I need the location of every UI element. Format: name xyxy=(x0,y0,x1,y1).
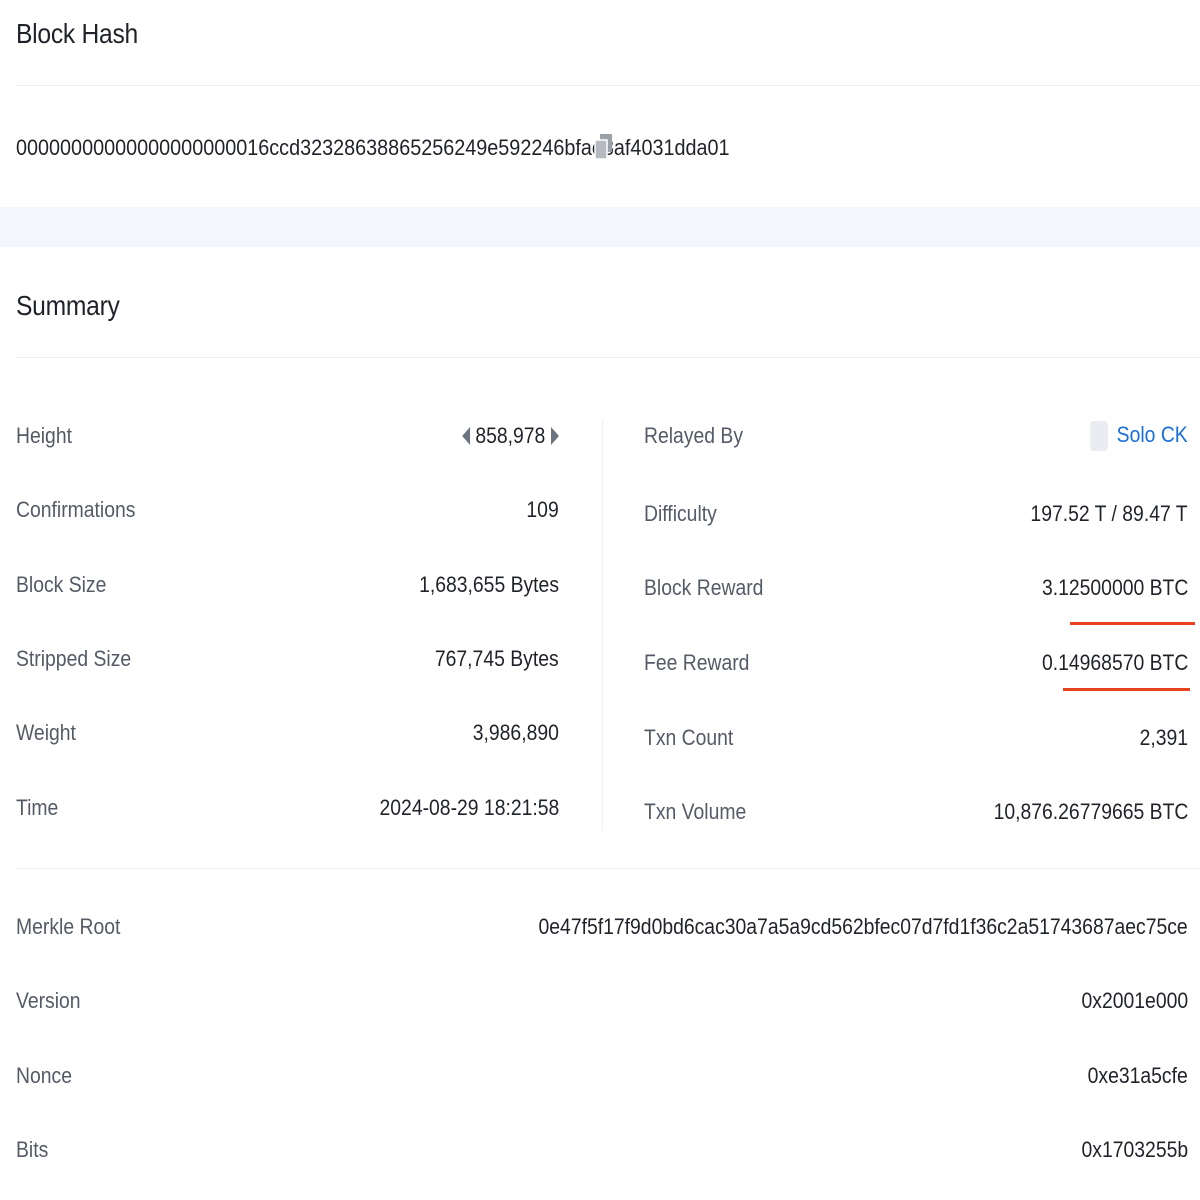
divider xyxy=(16,357,1200,358)
value-merkle-root: 0e47f5f17f9d0bd6cac30a7a5a9cd562bfec07d7… xyxy=(538,914,1188,939)
summary-row-txn-volume: Txn Volume 10,876.26779665 BTC xyxy=(644,792,1188,832)
value-txn-count: 2,391 xyxy=(1139,725,1188,750)
value-fee-reward: 0.14968570 BTC xyxy=(1041,650,1188,675)
summary-row-difficulty: Difficulty 197.52 T / 89.47 T xyxy=(644,494,1188,534)
divider xyxy=(16,85,1200,86)
label-version: Version xyxy=(16,988,81,1013)
label-txn-volume: Txn Volume xyxy=(644,799,747,824)
label-height: Height xyxy=(16,423,72,448)
summary-row-nonce: Nonce 0xe31a5cfe xyxy=(16,1056,1188,1096)
height-navigator: 858,978 xyxy=(462,423,559,449)
value-confirmations: 109 xyxy=(526,497,559,522)
label-merkle-root: Merkle Root xyxy=(16,914,121,939)
label-txn-count: Txn Count xyxy=(644,725,734,750)
value-txn-volume: 10,876.26779665 BTC xyxy=(993,799,1188,824)
block-reward-highlight-underline xyxy=(1070,622,1195,625)
fee-reward-highlight-underline xyxy=(1063,688,1190,691)
previous-block-icon[interactable] xyxy=(462,427,471,445)
next-block-icon[interactable] xyxy=(551,427,559,445)
summary-row-stripped-size: Stripped Size 767,745 Bytes xyxy=(16,639,559,679)
summary-row-block-size: Block Size 1,683,655 Bytes xyxy=(16,565,559,605)
label-nonce: Nonce xyxy=(16,1063,72,1088)
summary-row-fee-reward: Fee Reward 0.14968570 BTC xyxy=(644,643,1188,683)
summary-row-relayed-by: Relayed By Solo CK xyxy=(644,416,1188,456)
value-time: 2024-08-29 18:21:58 xyxy=(379,795,559,820)
value-stripped-size: 767,745 Bytes xyxy=(435,646,559,671)
divider xyxy=(16,868,1200,869)
label-fee-reward: Fee Reward xyxy=(644,650,750,675)
value-difficulty: 197.52 T / 89.47 T xyxy=(1030,501,1188,526)
label-relayed-by: Relayed By xyxy=(644,423,744,448)
column-divider xyxy=(602,420,603,830)
section-separator-band xyxy=(0,207,1200,247)
summary-row-confirmations: Confirmations 109 xyxy=(16,490,559,530)
summary-row-block-reward: Block Reward 3.12500000 BTC xyxy=(644,568,1188,608)
block-hash-title: Block Hash xyxy=(16,18,138,49)
block-hash-value[interactable]: 00000000000000000000016ccd32328638865256… xyxy=(16,135,730,161)
pool-logo-icon xyxy=(1090,421,1109,451)
summary-row-version: Version 0x2001e000 xyxy=(16,981,1188,1021)
label-confirmations: Confirmations xyxy=(16,497,136,522)
summary-row-merkle-root: Merkle Root 0e47f5f17f9d0bd6cac30a7a5a9c… xyxy=(16,907,1188,947)
summary-title: Summary xyxy=(16,290,120,321)
label-bits: Bits xyxy=(16,1137,49,1162)
label-block-reward: Block Reward xyxy=(644,575,764,600)
label-time: Time xyxy=(16,795,59,820)
label-block-size: Block Size xyxy=(16,572,107,597)
summary-row-bits: Bits 0x1703255b xyxy=(16,1130,1188,1170)
value-weight: 3,986,890 xyxy=(472,720,559,745)
value-nonce: 0xe31a5cfe xyxy=(1087,1063,1188,1088)
summary-row-txn-count: Txn Count 2,391 xyxy=(644,718,1188,758)
label-stripped-size: Stripped Size xyxy=(16,646,132,671)
summary-row-height: Height 858,978 xyxy=(16,416,559,456)
value-height: 858,978 xyxy=(475,423,546,448)
value-block-reward: 3.12500000 BTC xyxy=(1041,575,1188,600)
label-difficulty: Difficulty xyxy=(644,501,717,526)
block-hash-row: 00000000000000000000016ccd32328638865256… xyxy=(16,132,809,164)
copy-icon[interactable] xyxy=(594,134,614,160)
pool-link[interactable]: Solo CK xyxy=(1117,422,1188,447)
label-weight: Weight xyxy=(16,720,76,745)
value-bits: 0x1703255b xyxy=(1081,1137,1188,1162)
value-version: 0x2001e000 xyxy=(1081,988,1188,1013)
relayed-by-value: Solo CK xyxy=(1090,421,1188,451)
value-block-size: 1,683,655 Bytes xyxy=(419,572,559,597)
summary-row-weight: Weight 3,986,890 xyxy=(16,713,559,753)
summary-row-time: Time 2024-08-29 18:21:58 xyxy=(16,788,559,828)
